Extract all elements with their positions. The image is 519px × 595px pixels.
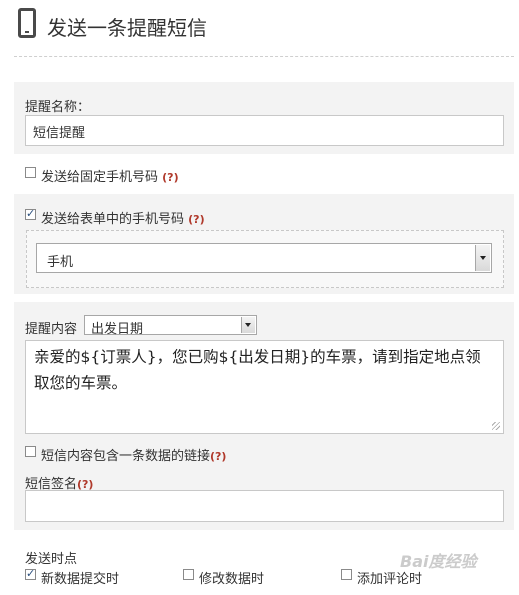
header-divider (14, 56, 514, 57)
send-form-checkbox[interactable] (25, 207, 36, 220)
send-fixed-help-link[interactable]: (?) (162, 171, 178, 184)
send-form-label: 发送给表单中的手机号码 (41, 212, 185, 227)
timing-comment-checkbox[interactable] (341, 569, 352, 580)
insert-field-select[interactable]: 出发日期 (84, 315, 257, 337)
chevron-down-icon[interactable] (475, 245, 490, 271)
timing-new-submit-checkbox[interactable] (25, 567, 36, 580)
signature-input[interactable] (25, 490, 504, 522)
timing-modify-label[interactable]: 修改数据时 (199, 568, 264, 587)
page-title: 发送一条提醒短信 (47, 16, 207, 40)
include-link-checkbox[interactable] (25, 446, 36, 457)
reminder-name-input[interactable]: 短信提醒 (25, 115, 504, 146)
content-text: 亲爱的${订票人}，您已购${出发日期}的车票，请到指定地点领取您的车票。 (34, 348, 481, 392)
include-link-option[interactable]: 短信内容包含一条数据的链接(?) (41, 445, 226, 464)
content-label: 提醒内容 (25, 322, 78, 337)
content-textarea[interactable]: 亲爱的${订票人}，您已购${出发日期}的车票，请到指定地点领取您的车票。 (25, 340, 504, 434)
send-fixed-checkbox[interactable] (25, 167, 36, 178)
phone-field-select[interactable]: 手机 (36, 243, 492, 273)
include-link-help-link[interactable]: (?) (210, 450, 226, 463)
include-link-label: 短信内容包含一条数据的链接 (41, 449, 211, 464)
resize-grip-icon[interactable] (492, 422, 500, 430)
timing-modify-checkbox[interactable] (183, 569, 194, 580)
baidu-jingyan-watermark: Bai度经验 (400, 552, 477, 571)
insert-field-value: 出发日期 (91, 322, 144, 337)
send-form-option[interactable]: 发送给表单中的手机号码 (?) (41, 208, 205, 227)
send-fixed-option[interactable]: 发送给固定手机号码 (?) (41, 166, 179, 185)
phone-field-value: 手机 (47, 255, 74, 270)
send-fixed-label: 发送给固定手机号码 (41, 170, 159, 185)
send-timing-label: 发送时点 (25, 552, 78, 567)
reminder-name-label: 提醒名称： (25, 100, 91, 115)
chevron-down-icon[interactable] (241, 317, 255, 333)
mobile-phone-icon (18, 8, 36, 38)
timing-new-submit-label[interactable]: 新数据提交时 (41, 568, 119, 587)
send-form-help-link[interactable]: (?) (188, 213, 204, 226)
